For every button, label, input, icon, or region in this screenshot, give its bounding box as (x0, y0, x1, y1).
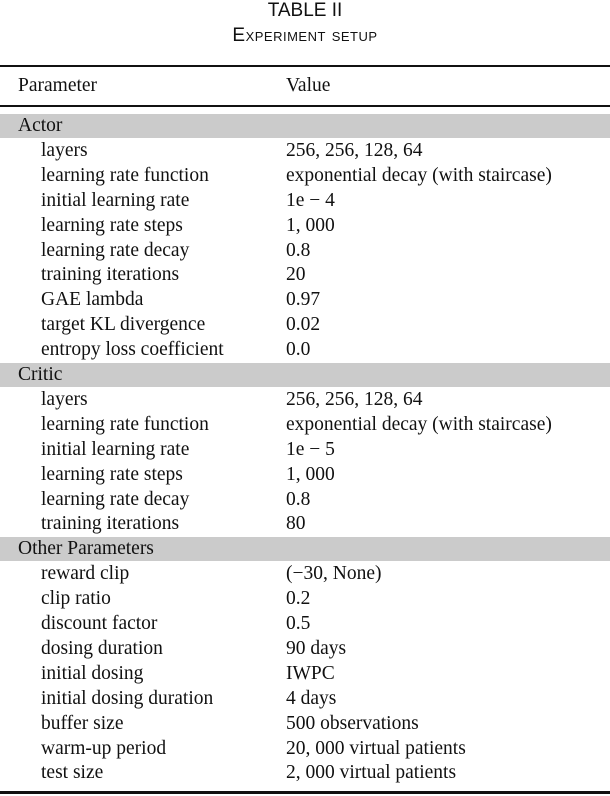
parameter-cell: learning rate decay (41, 488, 190, 510)
table-row: learning rate steps 1, 000 (0, 214, 610, 239)
value-cell: 1, 000 (286, 214, 335, 236)
parameter-cell: target KL divergence (41, 314, 206, 336)
value-cell: 1e − 4 (286, 189, 335, 211)
table-row: training iterations 20 (0, 263, 610, 288)
table-row: reward clip (−30, None) (0, 562, 610, 587)
table-row: initial learning rate 1e − 5 (0, 438, 610, 463)
table-row: test size 2, 000 virtual patients (0, 761, 610, 786)
header-parameter: Parameter (18, 75, 98, 96)
value-cell: 0.8 (286, 488, 311, 510)
value-cell: 1e − 5 (286, 438, 335, 460)
value-cell: 1, 000 (286, 463, 335, 485)
table-row: clip ratio 0.2 (0, 587, 610, 612)
parameter-cell: initial learning rate (41, 438, 190, 460)
table-row: layers 256, 256, 128, 64 (0, 139, 610, 164)
value-cell: IWPC (286, 662, 335, 684)
table-row: learning rate function exponential decay … (0, 413, 610, 438)
parameter-cell: buffer size (41, 712, 124, 734)
value-cell: 500 observations (286, 712, 419, 734)
parameter-cell: initial dosing duration (41, 687, 214, 709)
table-row: warm-up period 20, 000 virtual patients (0, 737, 610, 762)
value-cell: 90 days (286, 638, 347, 660)
value-cell: 0.0 (286, 339, 311, 361)
value-cell: 0.8 (286, 239, 311, 261)
table-row: buffer size 500 observations (0, 712, 610, 737)
parameter-cell: training iterations (41, 264, 180, 286)
table-row: learning rate steps 1, 000 (0, 463, 610, 488)
table-title: Experiment setup (232, 25, 378, 46)
table-row: GAE lambda 0.97 (0, 288, 610, 313)
parameter-cell: layers (41, 140, 88, 161)
section-header: Critic (0, 363, 610, 388)
parameter-cell: training iterations (41, 513, 180, 535)
table-row: learning rate decay 0.8 (0, 239, 610, 264)
table-row: initial dosing duration 4 days (0, 687, 610, 712)
value-cell: 0.5 (286, 613, 311, 635)
table-row: target KL divergence 0.02 (0, 313, 610, 338)
table-label: TABLE II (267, 0, 343, 21)
value-cell: 0.2 (286, 588, 311, 610)
parameter-cell: GAE lambda (41, 289, 144, 311)
parameter-cell: warm-up period (41, 737, 167, 759)
table-row: entropy loss coefficient 0.0 (0, 338, 610, 363)
table-row: learning rate decay 0.8 (0, 488, 610, 513)
value-cell: exponential decay (with staircase) (286, 413, 552, 435)
table-body: Actor layers 256, 256, 128, 64 learning rat… (0, 114, 610, 786)
section-header: Other Parameters (0, 537, 610, 562)
header-rule (0, 105, 610, 107)
table-row: initial dosing IWPC (0, 662, 610, 687)
parameter-cell: learning rate function (41, 164, 209, 186)
table-row: dosing duration 90 days (0, 637, 610, 662)
parameter-cell: initial learning rate (41, 189, 190, 211)
value-cell: 256, 256, 128, 64 (286, 389, 423, 411)
value-cell: exponential decay (with staircase) (286, 164, 552, 186)
parameter-cell: learning rate steps (41, 214, 183, 236)
value-cell: 20 (286, 264, 306, 286)
table-row: initial learning rate 1e − 4 (0, 189, 610, 214)
parameter-cell: dosing duration (41, 638, 163, 660)
top-rule (0, 65, 610, 67)
bottom-rule (0, 791, 610, 794)
value-cell: 20, 000 virtual patients (286, 737, 466, 759)
value-cell: 0.97 (286, 289, 321, 311)
parameter-cell: learning rate decay (41, 239, 190, 261)
section-header: Actor (0, 114, 610, 138)
parameter-cell: reward clip (41, 563, 130, 585)
value-cell: 0.02 (286, 314, 321, 336)
parameter-cell: layers (41, 389, 88, 411)
parameter-cell: learning rate function (41, 413, 209, 435)
table-row: layers 256, 256, 128, 64 (0, 388, 610, 413)
value-cell: 256, 256, 128, 64 (286, 140, 423, 161)
header-value: Value (286, 75, 331, 96)
table-row: learning rate function exponential decay … (0, 164, 610, 189)
parameter-cell: entropy loss coefficient (41, 339, 224, 361)
parameter-cell: clip ratio (41, 588, 111, 610)
parameter-cell: initial dosing (41, 662, 144, 684)
value-cell: 4 days (286, 687, 337, 709)
parameter-cell: test size (41, 762, 104, 784)
parameter-cell: discount factor (41, 613, 158, 635)
value-cell: 2, 000 virtual patients (286, 762, 457, 784)
value-cell: (−30, None) (286, 563, 382, 585)
table-row: discount factor 0.5 (0, 612, 610, 637)
parameter-cell: learning rate steps (41, 463, 183, 485)
table-row: training iterations 80 (0, 512, 610, 537)
value-cell: 80 (286, 513, 306, 535)
